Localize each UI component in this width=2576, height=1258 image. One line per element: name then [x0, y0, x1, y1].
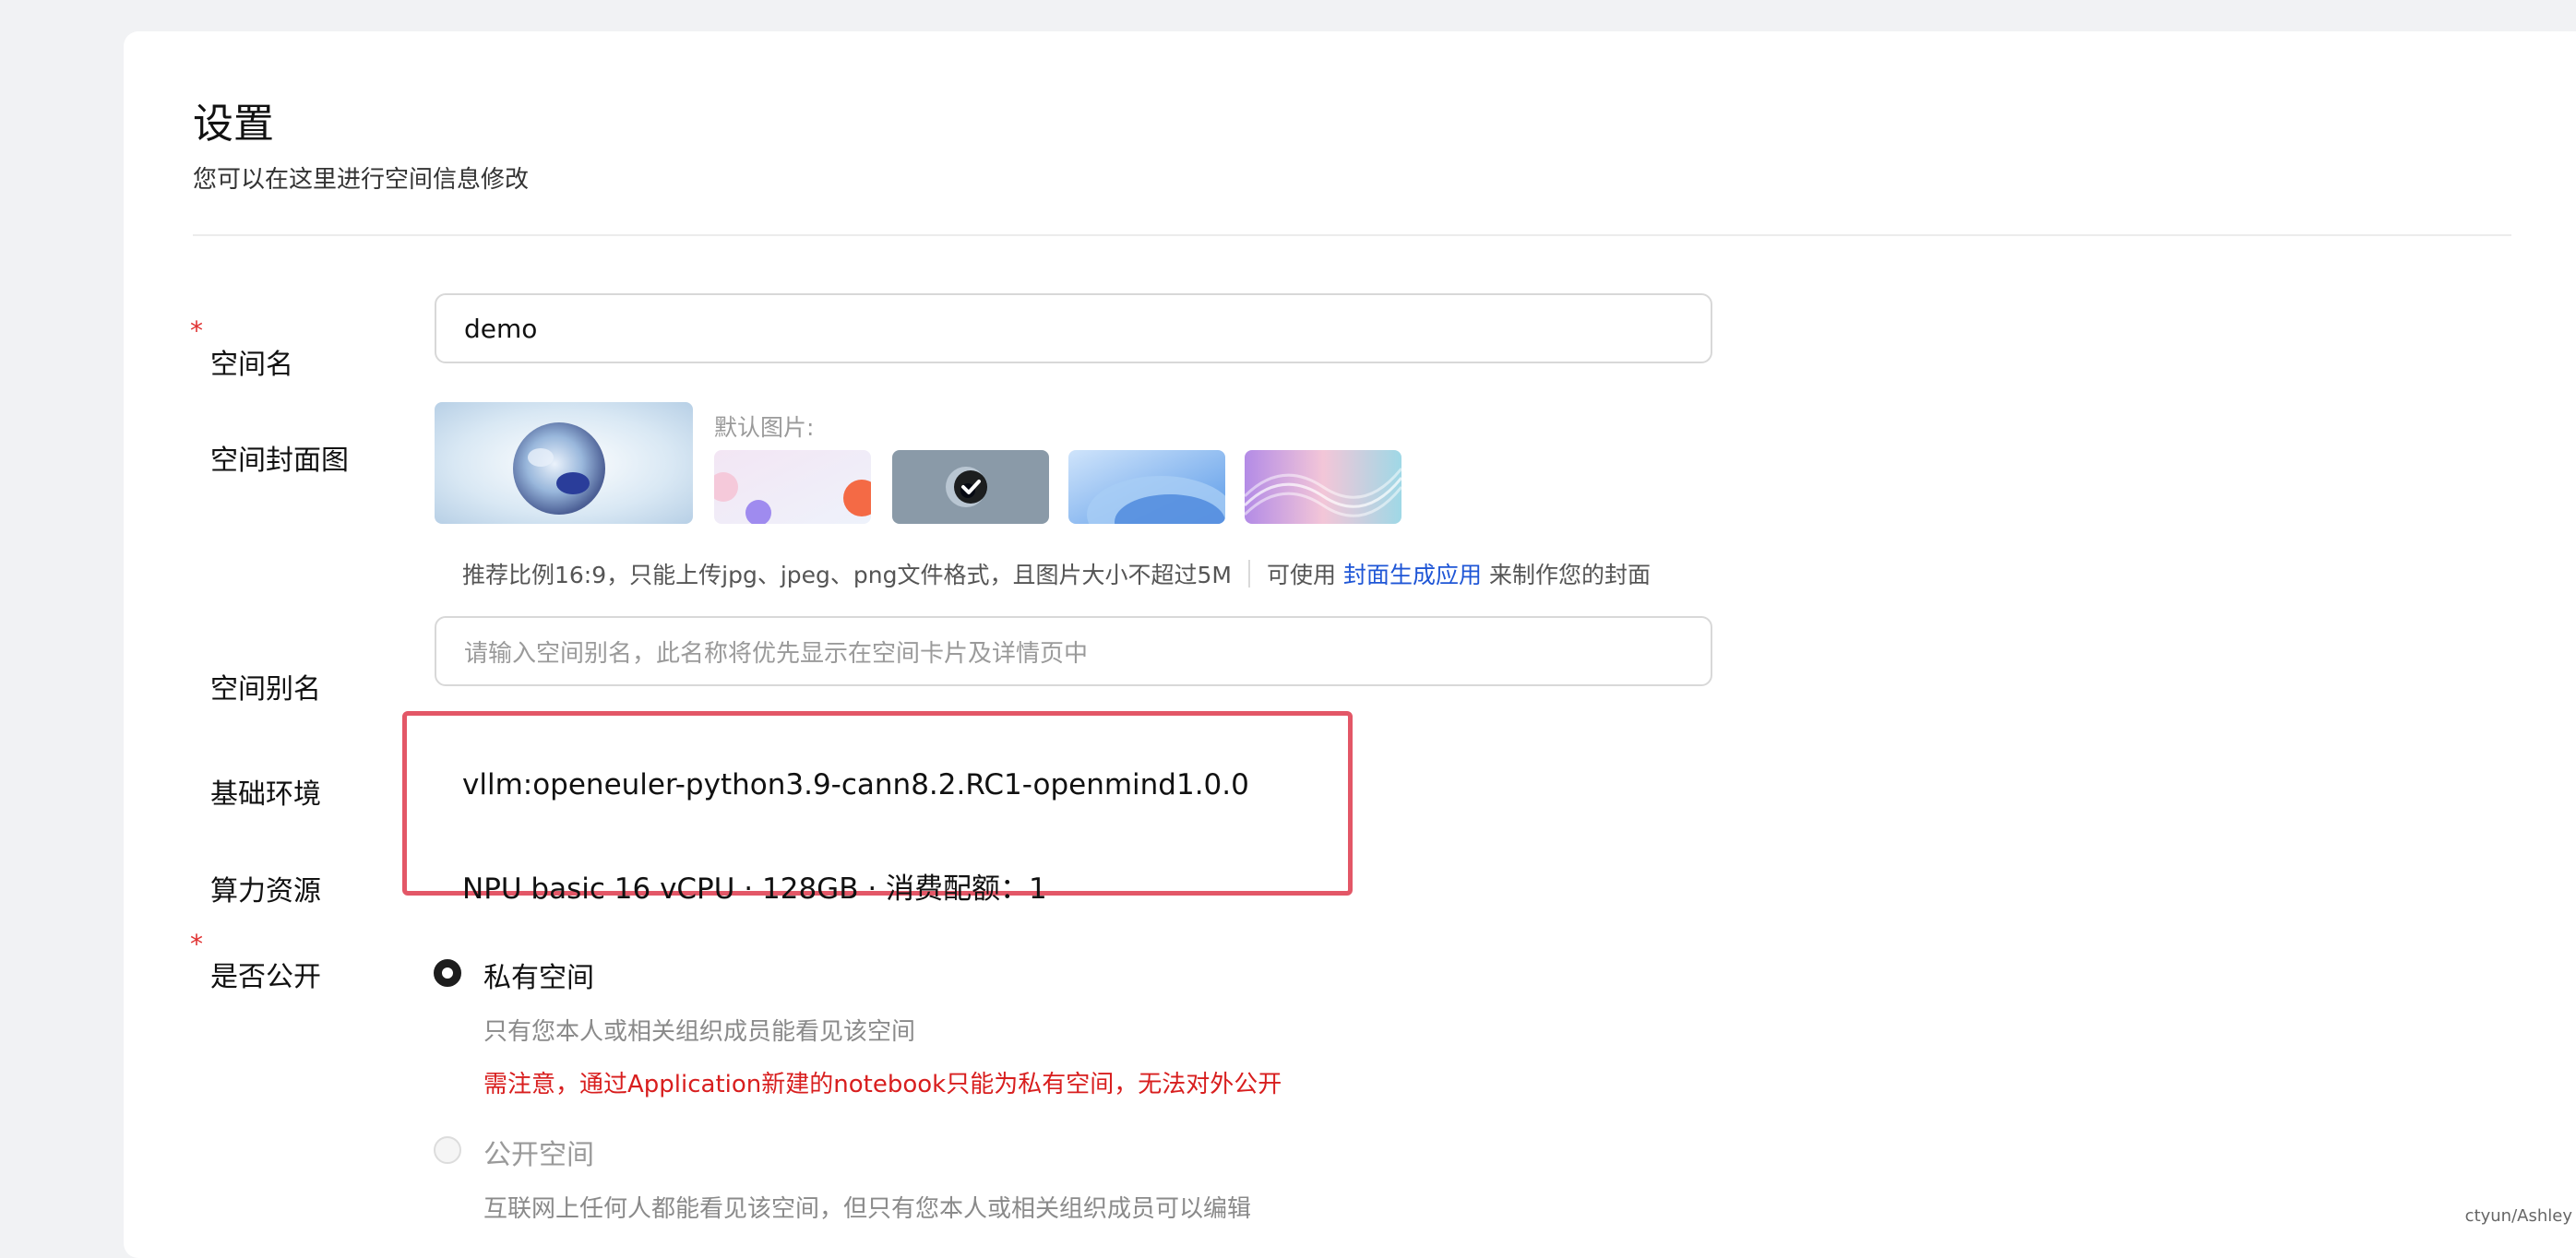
hint-separator	[1247, 560, 1250, 587]
default-image-4[interactable]	[1245, 450, 1401, 524]
default-image-1[interactable]	[714, 450, 871, 524]
required-mark: *	[190, 929, 203, 959]
environment-label: 基础环境	[210, 778, 321, 811]
private-warning: 需注意，通过Application新建的notebook只能为私有空间，无法对外…	[483, 1071, 1282, 1098]
radio-private[interactable]	[434, 959, 461, 987]
settings-card: 设置 您可以在这里进行空间信息修改 * 空间名 demo 空间封面图 默认图片:…	[124, 31, 2576, 1258]
cover-hint-row: 推荐比例16:9，只能上传jpg、jpeg、png文件格式，且图片大小不超过5M…	[462, 557, 1651, 590]
space-name-input[interactable]: demo	[435, 293, 1712, 363]
alias-placeholder: 请输入空间别名，此名称将优先显示在空间卡片及详情页中	[464, 639, 1089, 668]
public-description: 互联网上任何人都能看见该空间，但只有您本人或相关组织成员可以编辑	[483, 1195, 1252, 1223]
compute-value: NPU basic 16 vCPU · 128GB · 消费配额：1	[462, 872, 1047, 906]
public-option-label[interactable]: 公开空间	[483, 1132, 594, 1172]
cover-preview-image[interactable]	[435, 402, 693, 524]
cover-hint-suffix: 来制作您的封面	[1488, 562, 1651, 588]
space-name-label: 空间名	[210, 349, 293, 381]
page-title: 设置	[193, 101, 274, 148]
page-subtitle: 您可以在这里进行空间信息修改	[193, 166, 530, 194]
default-image-2-selected[interactable]	[892, 450, 1049, 524]
default-image-3[interactable]	[1068, 450, 1225, 524]
private-description: 只有您本人或相关组织成员能看见该空间	[483, 1018, 916, 1046]
alias-label: 空间别名	[210, 673, 321, 706]
compute-label: 算力资源	[210, 875, 321, 908]
radio-public[interactable]	[434, 1136, 461, 1164]
private-option-label[interactable]: 私有空间	[483, 955, 594, 995]
cover-generator-link[interactable]: 封面生成应用	[1343, 557, 1482, 590]
space-name-value: demo	[464, 313, 538, 344]
watermark: ctyun/Ashley	[2464, 1206, 2572, 1226]
divider	[193, 234, 2511, 236]
cover-hint: 推荐比例16:9，只能上传jpg、jpeg、png文件格式，且图片大小不超过5M	[462, 562, 1232, 588]
cover-hint-use: 可使用	[1266, 562, 1336, 588]
visibility-label: 是否公开	[210, 961, 321, 993]
alias-input[interactable]: 请输入空间别名，此名称将优先显示在空间卡片及详情页中	[435, 616, 1712, 686]
cover-label: 空间封面图	[210, 445, 349, 477]
default-images-label: 默认图片:	[714, 414, 815, 441]
environment-value: vllm:openeuler-python3.9-cann8.2.RC1-ope…	[462, 768, 1249, 801]
required-mark: *	[190, 315, 203, 346]
